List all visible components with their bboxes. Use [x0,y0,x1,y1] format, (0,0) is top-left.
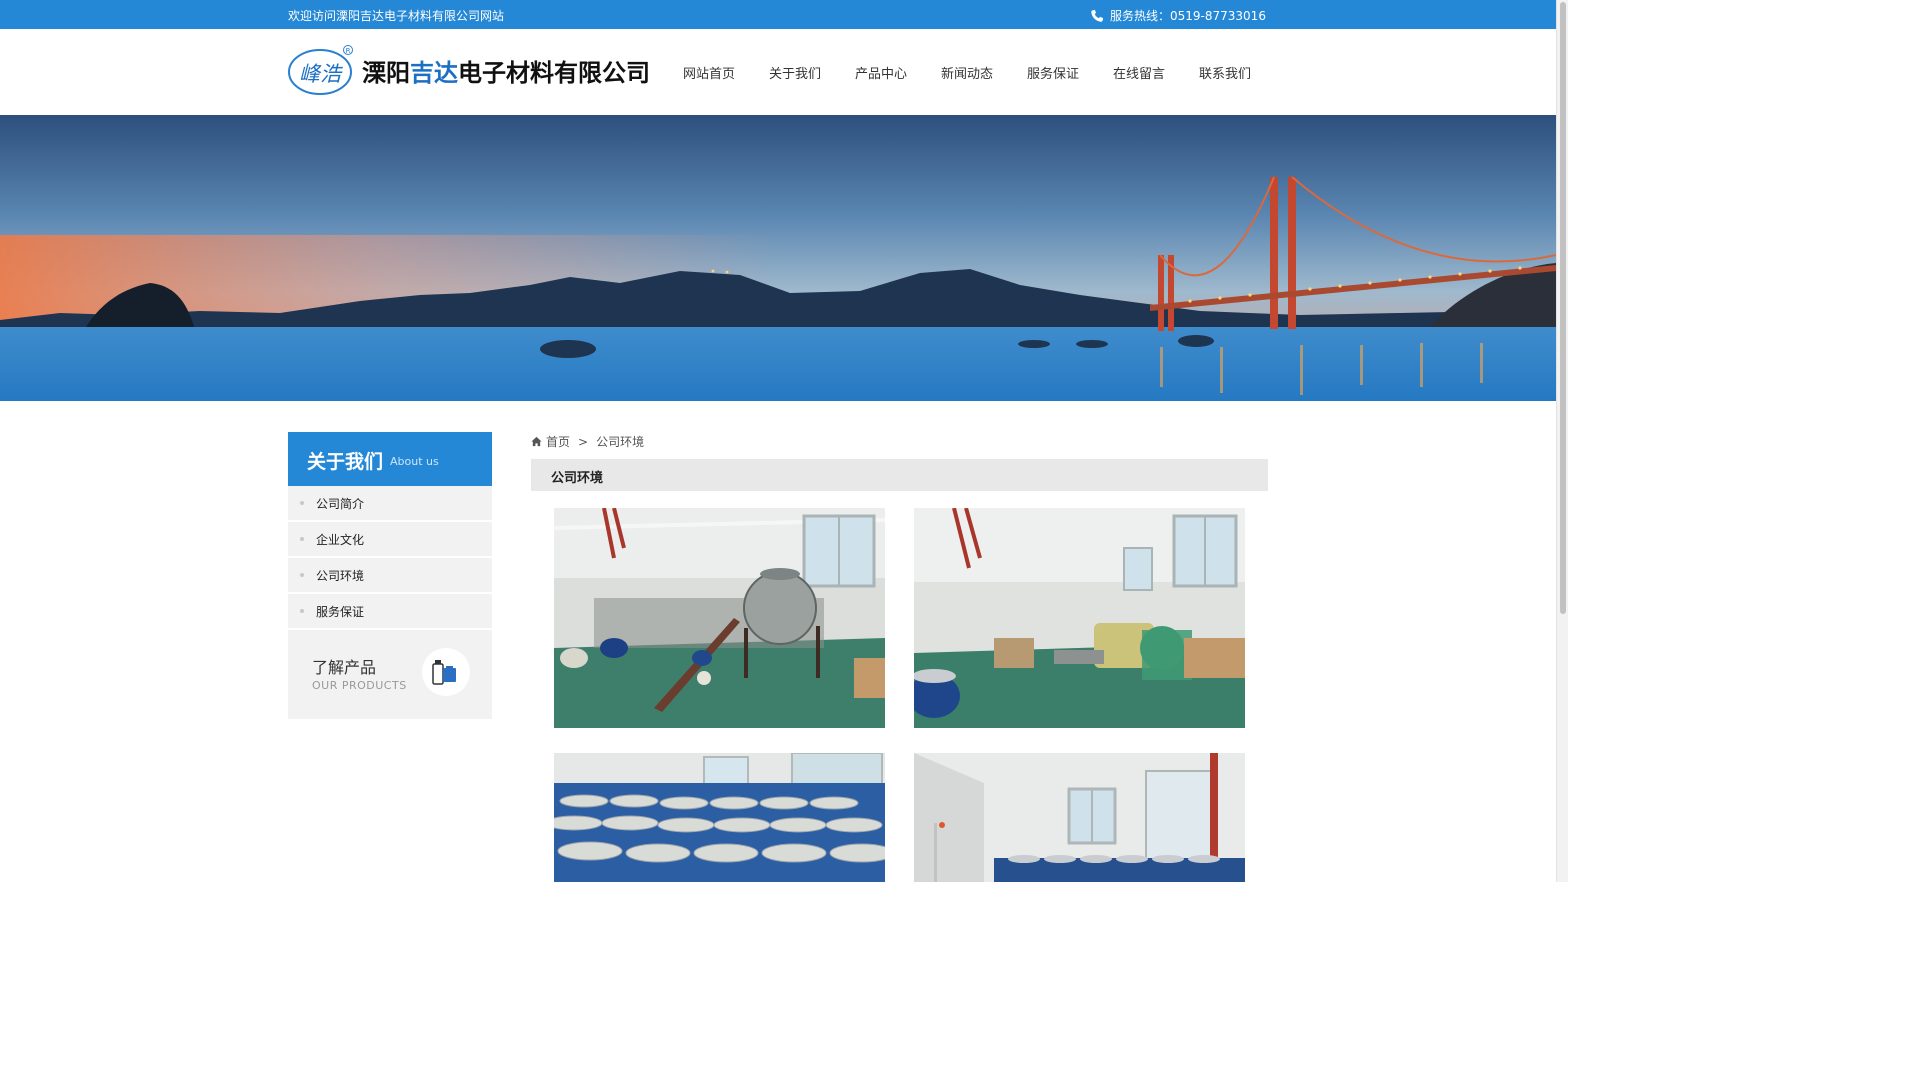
welcome-text: 欢迎访问溧阳吉达电子材料有限公司网站 [288,9,505,23]
company-name-part1: 溧阳 [362,58,410,87]
breadcrumb-home[interactable]: 首页 [546,433,570,450]
products-promo-title: 了解产品 [312,658,377,677]
sidebar-item-profile[interactable]: 公司简介 [288,486,492,520]
sidebar-item-label: 服务保证 [316,604,365,619]
sidebar-item-environment[interactable]: 公司环境 [288,558,492,592]
sidebar-item-label: 公司简介 [316,496,365,511]
products-promo-subtitle: OUR PRODUCTS [312,679,407,692]
nav-item-about[interactable]: 关于我们 [752,63,838,82]
company-name: 溧阳吉达电子材料有限公司 [362,53,650,88]
home-icon [531,436,542,447]
factory-reactor-photo [554,508,885,728]
hotline: 服务热线：0519-87733016 [1090,7,1266,24]
section-title: 公司环境 [551,471,604,486]
sidebar-header: 关于我们 About us [288,432,492,486]
main-nav: 网站首页 关于我们 产品中心 新闻动态 服务保证 在线留言 联系我们 [666,63,1268,82]
bullet-icon [300,501,304,505]
breadcrumb: 首页 > 公司环境 [531,433,644,450]
products-promo[interactable]: 了解产品 OUR PRODUCTS [288,630,492,719]
top-bar: 欢迎访问溧阳吉达电子材料有限公司网站 服务热线：0519-87733016 [0,0,1556,29]
header: 峰浩 R 溧阳吉达电子材料有限公司 网站首页 关于我们 产品中心 新闻动态 服务… [0,29,1556,115]
company-name-part2: 吉达 [410,58,458,87]
sidebar-item-label: 企业文化 [316,532,365,547]
environment-photo-1[interactable] [554,508,885,728]
nav-item-service[interactable]: 服务保证 [1010,63,1096,82]
storage-drums-photo [554,753,885,882]
storage-room-photo [914,753,1245,882]
sidebar-title: 关于我们 [307,451,384,473]
sidebar-menu: 公司简介 企业文化 公司环境 服务保证 [288,486,492,630]
nav-item-home[interactable]: 网站首页 [666,63,752,82]
breadcrumb-current: 公司环境 [596,435,645,449]
nav-item-news[interactable]: 新闻动态 [924,63,1010,82]
section-title-bar: 公司环境 [531,459,1268,491]
environment-photo-4[interactable] [914,753,1245,882]
nav-item-contact[interactable]: 联系我们 [1182,63,1268,82]
nav-item-message[interactable]: 在线留言 [1096,63,1182,82]
company-name-part3: 电子材料有限公司 [458,58,650,87]
sidebar-item-label: 公司环境 [316,568,365,583]
page-scrollbar[interactable] [1556,0,1568,882]
environment-photo-2[interactable] [914,508,1245,728]
phone-icon [1091,9,1104,22]
banner-image [0,115,1556,401]
nav-item-products[interactable]: 产品中心 [838,63,924,82]
hero-banner [0,115,1556,401]
breadcrumb-separator: > [578,434,589,449]
scrollbar-thumb[interactable] [1560,2,1566,614]
logo-emblem: 峰浩 R [288,45,353,95]
bullet-icon [300,609,304,613]
product-can-icon [432,660,456,685]
factory-mixers-photo [914,508,1245,728]
logo-mark: 峰浩 R [288,44,354,96]
sidebar-item-service[interactable]: 服务保证 [288,594,492,628]
environment-photo-3[interactable] [554,753,885,882]
hotline-text: 服务热线：0519-87733016 [1110,9,1266,23]
logo-mark-text: 峰浩 [299,62,343,86]
bullet-icon [300,573,304,577]
company-logo[interactable]: 峰浩 R 溧阳吉达电子材料有限公司 [288,44,650,96]
bullet-icon [300,537,304,541]
sidebar-item-culture[interactable]: 企业文化 [288,522,492,556]
sidebar-subtitle: About us [390,455,439,468]
svg-text:R: R [346,47,351,55]
product-icon-wrap [422,648,470,696]
